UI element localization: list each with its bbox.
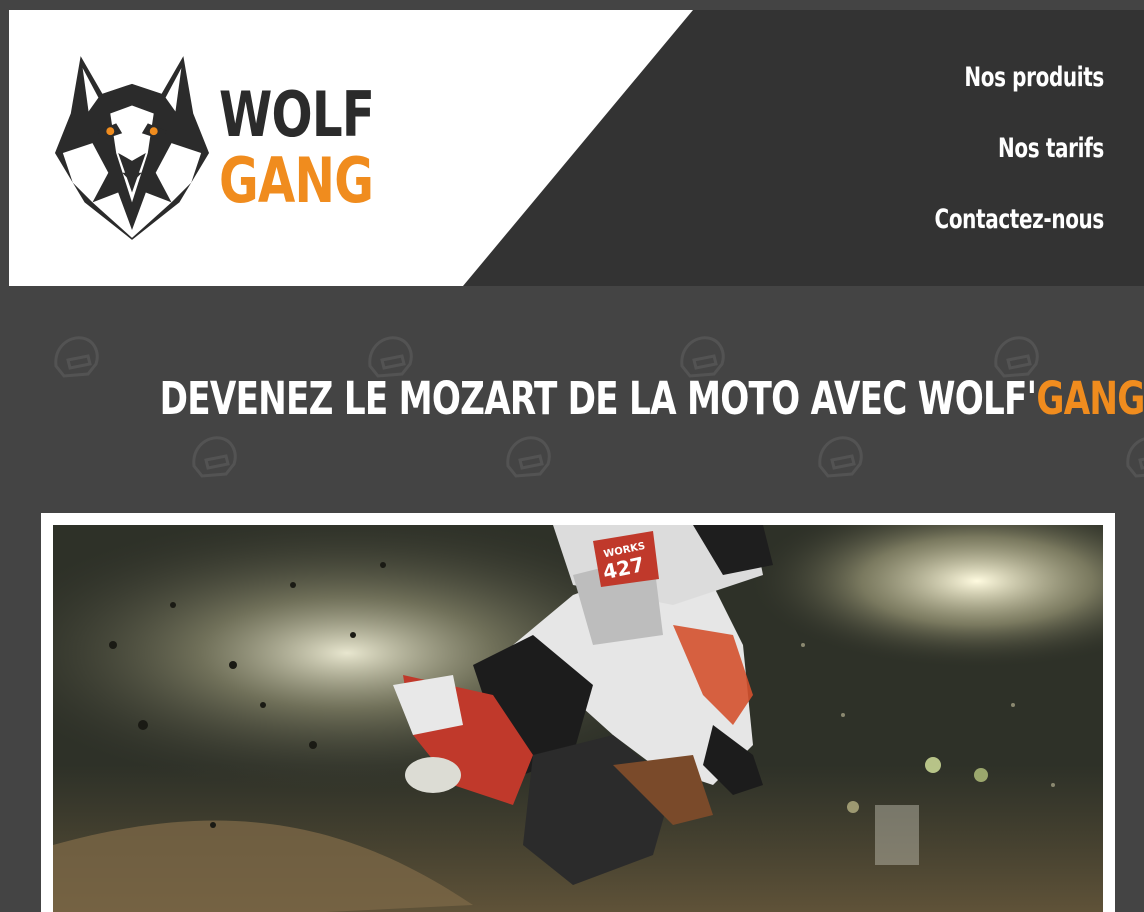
photo-illustration: 427 WORKS bbox=[53, 525, 1103, 912]
hero-photo-frame: 427 WORKS bbox=[41, 513, 1115, 912]
helmet-icon bbox=[192, 436, 237, 478]
light-dot bbox=[974, 768, 988, 782]
logo-wordmark: WOLF GANG bbox=[219, 78, 375, 217]
site-header: WOLF GANG Nos produits Nos tarifs Contac… bbox=[9, 10, 1144, 286]
light-dot bbox=[847, 801, 859, 813]
helmet-icon bbox=[506, 436, 551, 478]
hero-headline-text: DEVENEZ LE MOZART DE LA MOTO AVEC WOLF'G… bbox=[160, 372, 1144, 425]
motocross-rider-photo: 427 WORKS bbox=[53, 525, 1103, 912]
track-sign bbox=[875, 805, 919, 865]
page: WOLF GANG Nos produits Nos tarifs Contac… bbox=[0, 0, 1144, 912]
wolf-head-icon bbox=[54, 56, 210, 240]
nav-item-nos-produits[interactable]: Nos produits bbox=[935, 58, 1104, 129]
helmet-icon bbox=[818, 436, 863, 478]
top-strip bbox=[0, 0, 1144, 10]
light-dot bbox=[925, 757, 941, 773]
hero-headline: DEVENEZ LE MOZART DE LA MOTO AVEC WOLF'G… bbox=[0, 372, 1144, 425]
bike-exhaust bbox=[405, 757, 461, 793]
headline-main: DEVENEZ LE MOZART DE LA MOTO AVEC WOLF' bbox=[159, 372, 1038, 425]
nav-item-contactez-nous[interactable]: Contactez-nous bbox=[935, 200, 1105, 271]
logo-gang-text: GANG bbox=[219, 144, 374, 217]
helmet-icon bbox=[1126, 437, 1144, 478]
main-nav: Nos produits Nos tarifs Contactez-nous bbox=[875, 58, 1105, 271]
nav-item-nos-tarifs[interactable]: Nos tarifs bbox=[935, 129, 1104, 200]
logo[interactable]: WOLF GANG bbox=[53, 54, 375, 254]
logo-wolf-text: WOLF bbox=[219, 78, 375, 151]
headline-accent: GANG bbox=[1036, 372, 1144, 425]
